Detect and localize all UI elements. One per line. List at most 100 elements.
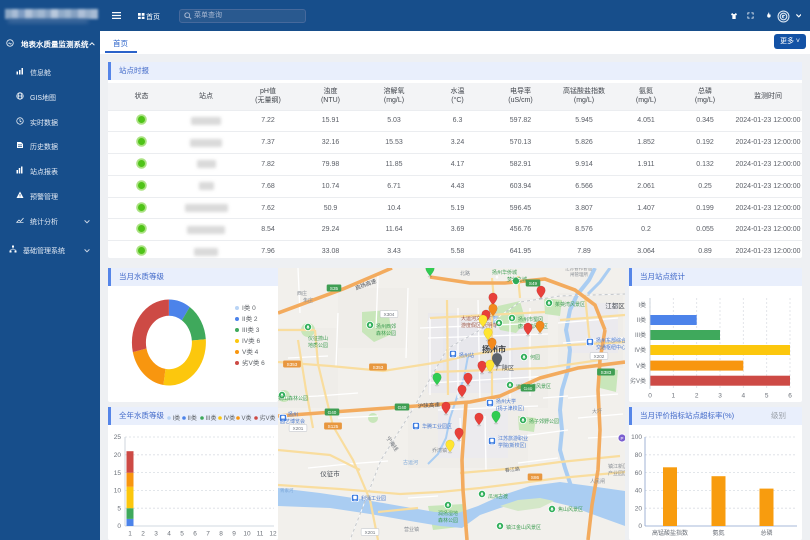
svg-text:仪征市: 仪征市 (320, 469, 340, 478)
svg-text:劣V类 6: 劣V类 6 (242, 358, 265, 367)
svg-text:5: 5 (765, 393, 769, 400)
svg-text:0: 0 (648, 393, 652, 400)
svg-text:20: 20 (635, 505, 643, 512)
svg-text:X202: X202 (594, 354, 605, 359)
svg-text:10: 10 (114, 488, 122, 495)
svg-text:劣V类: 劣V类 (630, 377, 646, 385)
svg-text:北路: 北路 (460, 270, 470, 277)
svg-text:扬州大学: 扬州大学 (496, 398, 516, 405)
svg-text:S383: S383 (601, 370, 612, 375)
svg-text:11: 11 (257, 531, 264, 538)
svg-text:G40: G40 (328, 410, 337, 415)
svg-text:60: 60 (635, 470, 643, 477)
svg-text:X304: X304 (384, 312, 395, 317)
svg-text:2: 2 (141, 531, 145, 538)
svg-text:华腾工业园区: 华腾工业园区 (422, 423, 452, 430)
svg-text:II类: II类 (188, 414, 197, 422)
svg-text:扬州西郊: 扬州西郊 (376, 323, 396, 330)
svg-text:西庄: 西庄 (297, 290, 307, 297)
svg-text:0: 0 (638, 523, 642, 530)
svg-text:6: 6 (788, 393, 792, 400)
svg-text:园艺博览会: 园艺博览会 (280, 418, 305, 425)
svg-text:润扬湿地: 润扬湿地 (438, 510, 458, 517)
svg-text:学院(新校区): 学院(新校区) (498, 442, 527, 449)
svg-text:V类: V类 (242, 414, 252, 422)
svg-text:100: 100 (631, 434, 642, 441)
svg-text:S35: S35 (330, 286, 339, 291)
svg-text:V类: V类 (636, 362, 646, 370)
svg-text:III类: III类 (635, 331, 646, 339)
svg-text:5: 5 (180, 531, 184, 538)
svg-text:人民闸: 人民闸 (590, 478, 605, 485)
svg-text:焦山风景区: 焦山风景区 (558, 506, 583, 513)
svg-text:20: 20 (114, 452, 122, 459)
svg-text:2: 2 (695, 393, 699, 400)
svg-text:IV类: IV类 (634, 346, 646, 354)
svg-text:X201: X201 (365, 530, 376, 535)
svg-text:镇江新区: 镇江新区 (608, 463, 625, 470)
svg-text:游度假区 大明寺: 游度假区 大明寺 (461, 322, 497, 329)
svg-text:9: 9 (232, 531, 236, 538)
svg-text:扬州: 扬州 (288, 411, 298, 418)
svg-text:乔湾镇: 乔湾镇 (432, 447, 447, 454)
svg-text:营业镇: 营业镇 (404, 526, 419, 533)
svg-text:(扬子津校区): (扬子津校区) (496, 405, 525, 412)
svg-text:瓜洲古渡: 瓜洲古渡 (488, 493, 508, 500)
svg-text:扬州华侨城: 扬州华侨城 (492, 269, 517, 276)
svg-text:1: 1 (128, 531, 132, 538)
svg-text:江苏旅游职业: 江苏旅游职业 (498, 435, 528, 442)
svg-text:S125: S125 (328, 424, 339, 429)
svg-text:胥家河: 胥家河 (280, 487, 294, 494)
svg-text:S86: S86 (531, 475, 540, 480)
svg-text:I类: I类 (638, 301, 646, 309)
svg-text:3: 3 (718, 393, 722, 400)
svg-text:6: 6 (193, 531, 197, 538)
svg-text:10: 10 (243, 531, 251, 538)
svg-text:III类 3: III类 3 (242, 325, 260, 334)
svg-text:12: 12 (269, 531, 277, 538)
svg-text:4: 4 (741, 393, 745, 400)
svg-text:地质公园: 地质公园 (308, 342, 328, 349)
svg-text:7: 7 (206, 531, 210, 538)
svg-text:梦幻之城: 梦幻之城 (507, 276, 527, 283)
svg-text:IV类: IV类 (224, 414, 236, 422)
svg-text:15: 15 (114, 470, 122, 477)
svg-text:扬州东部综合: 扬州东部综合 (596, 337, 625, 344)
svg-text:高锰酸盐指数: 高锰酸盐指数 (652, 529, 688, 537)
svg-text:古运河: 古运河 (403, 459, 418, 466)
svg-text:P: P (620, 436, 623, 441)
svg-text:茱萸湾风景区: 茱萸湾风景区 (555, 301, 585, 308)
svg-text:IV类 6: IV类 6 (242, 336, 260, 345)
svg-text:80: 80 (635, 452, 643, 459)
svg-text:铜山森林公园: 铜山森林公园 (278, 395, 308, 402)
svg-text:江都区: 江都区 (605, 302, 625, 310)
svg-text:扬子郊野公园: 扬子郊野公园 (529, 418, 559, 425)
svg-text:闸管理所: 闸管理所 (570, 271, 588, 278)
svg-text:III类: III类 (206, 414, 217, 422)
svg-text:0: 0 (117, 523, 121, 530)
svg-text:运河三湾风景区: 运河三湾风景区 (516, 383, 551, 390)
svg-text:大圩: 大圩 (592, 408, 602, 415)
svg-text:S353: S353 (287, 362, 298, 367)
svg-text:森林公园: 森林公园 (438, 517, 458, 524)
svg-text:25: 25 (114, 434, 122, 441)
svg-text:产业园区: 产业园区 (608, 470, 625, 477)
svg-text:氨氮: 氨氮 (712, 529, 724, 537)
svg-text:仪征捺山: 仪征捺山 (308, 335, 328, 342)
svg-text:8: 8 (219, 531, 223, 538)
svg-text:40: 40 (635, 488, 643, 495)
svg-text:S353: S353 (373, 365, 384, 370)
svg-text:1: 1 (671, 393, 675, 400)
svg-text:5: 5 (117, 505, 121, 512)
svg-text:I类 0: I类 0 (242, 303, 256, 312)
svg-text:S49: S49 (529, 281, 538, 286)
svg-text:II类 2: II类 2 (242, 314, 258, 323)
svg-text:V类 4: V类 4 (242, 347, 259, 356)
svg-text:II类: II类 (637, 316, 646, 324)
svg-text:何园: 何园 (530, 354, 540, 361)
svg-text:I类: I类 (173, 414, 181, 422)
svg-text:朱庄: 朱庄 (303, 297, 313, 304)
svg-text:劣V类: 劣V类 (260, 414, 276, 422)
svg-text:交通枢纽中心: 交通枢纽中心 (596, 344, 625, 351)
svg-text:扬州站: 扬州站 (459, 352, 474, 359)
